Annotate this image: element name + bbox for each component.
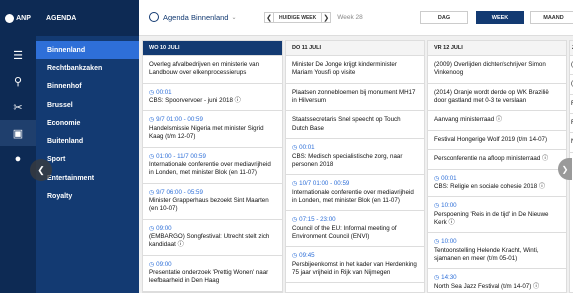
calendar-icon[interactable]: ▣ — [0, 120, 36, 146]
agenda-header: Agenda Binnenland ⌄ ❮ HUIDIGE WEEK ❯ Wee… — [139, 0, 573, 36]
agenda-item[interactable]: ◷ 09:45 Persbijeenkomst in het kader van … — [286, 247, 424, 284]
agenda-item[interactable]: Plaatsen zonnebloemen bij monument MH17 … — [286, 84, 424, 112]
chevron-down-icon: ⌄ — [231, 14, 237, 21]
clock-time: ◷ 09:00 — [149, 224, 172, 232]
week-navigation: ❮ HUIDIGE WEEK ❯ Week 28 — [264, 12, 363, 23]
sidebar-item-binnenhof[interactable]: Binnenhof — [36, 78, 139, 96]
agenda-item[interactable]: Festival Hongerige Wolf 2019 (t/m 14-07) — [428, 131, 566, 151]
agenda-item[interactable]: Minister De Jonge krijgt kinderminister … — [286, 56, 424, 84]
agenda-item[interactable]: Aanvang ministerraad ⓘ — [428, 111, 566, 131]
agenda-item[interactable]: ◷ 10/7 01:00 - 00:59 Internationale confe… — [286, 175, 424, 212]
agenda-item[interactable]: ◷ 09:00 (EMBARGO) Songfestival: Utrecht s… — [143, 220, 282, 256]
agenda-item[interactable]: ◷ 00:01 CBS: Religie en sociale cohesie 2… — [428, 170, 566, 198]
chevron-right-icon: ❯ — [561, 164, 569, 174]
agenda-item[interactable]: ◷ 10:00 Perspoening 'Reis in de tijd' in … — [428, 197, 566, 234]
clock-time: ◷ 07:15 - 23:00 — [292, 216, 336, 224]
day-column: DO 11 JULI Minister De Jonge krijgt kind… — [285, 40, 425, 293]
anp-logo[interactable]: ANP — [0, 0, 36, 36]
scroll-left-button[interactable]: ❮ — [30, 159, 52, 181]
view-week-button[interactable]: WEEK — [476, 11, 524, 24]
agenda-item[interactable]: (2014) Oranje wordt derde op WK Brazilië… — [428, 84, 566, 112]
clock-time: ◷ 01:00 - 11/7 00:59 — [149, 152, 206, 160]
clock-time: ◷ 10/7 01:00 - 00:59 — [292, 180, 350, 188]
agenda-item[interactable]: ◷ 00:01 CBS: Spoorvervoer - juni 2018 ⓘ — [143, 84, 282, 112]
agenda-item[interactable]: ◷ 14:30 North Sea Jazz Festival (t/m 14-0… — [428, 269, 566, 292]
scissors-icon[interactable]: ✂ — [0, 94, 36, 120]
icon-rail: ANP ☰ ⚲ ✂ ▣ ● — [0, 0, 36, 293]
day-header: DO 11 JULI — [286, 41, 424, 56]
clock-time: ◷ 00:01 — [292, 144, 315, 152]
agenda-item[interactable]: ◷ 10:00 Tentoonstelling Helende Kracht, W… — [428, 233, 566, 270]
sidebar-item-buitenland[interactable]: Buitenland — [36, 132, 139, 150]
agenda-item[interactable]: Overleg afvalbedrijven en ministerie van… — [143, 56, 282, 84]
search-icon[interactable]: ⚲ — [0, 68, 36, 94]
agenda-sidebar: AGENDA Binnenland Rechtbankzaken Binnenh… — [36, 0, 139, 293]
view-day-button[interactable]: DAG — [420, 11, 468, 24]
next-week-button[interactable]: ❯ — [321, 12, 332, 23]
sidebar-item-rechtbankzaken[interactable]: Rechtbankzaken — [36, 59, 139, 77]
week-number: Week 28 — [337, 14, 363, 21]
agenda-item[interactable]: (2009) Overlijden dichter/schrijver Simo… — [428, 56, 566, 84]
day-header: VR 12 JULI — [428, 41, 566, 56]
agenda-item[interactable]: Staatssecretaris Snel speecht op Touch D… — [286, 111, 424, 140]
clock-time: ◷ 09:45 — [292, 252, 315, 260]
agenda-item[interactable]: ◷ 9/7 06:00 - 05:59 Minister Grapperhaus … — [143, 184, 282, 220]
agenda-item[interactable]: ◷ 00:01 CBS: Medisch specialistische zorg… — [286, 139, 424, 176]
clock-time: ◷ 10:00 — [434, 202, 457, 210]
clock-time: ◷ 9/7 01:00 - 00:59 — [149, 116, 203, 124]
agenda-item[interactable]: ◷ 09:00 Presentatie onderzoek 'Prettig Wo… — [143, 256, 282, 292]
agenda-selector-label: Agenda Binnenland — [163, 12, 229, 22]
day-column: VR 12 JULI (2009) Overlijden dichter/sch… — [427, 40, 567, 293]
sidebar-item-economie[interactable]: Economie — [36, 114, 139, 132]
menu-icon[interactable]: ☰ — [0, 42, 36, 68]
clock-time: ◷ 00:01 — [434, 174, 457, 182]
sidebar-item-royalty[interactable]: Royalty — [36, 187, 139, 205]
agenda-item[interactable]: Persconferentie na afloop ministerraad ⓘ — [428, 150, 566, 170]
clock-time: ◷ 14:30 — [434, 274, 457, 282]
logo-text: ANP — [16, 14, 31, 22]
sidebar-title: AGENDA — [36, 0, 139, 36]
agenda-item[interactable]: ◷ 9/7 01:00 - 00:59 Handelsmissie Nigeria… — [143, 111, 282, 148]
agenda-item[interactable]: ◷ 01:00 - 11/7 00:59 Internationale confe… — [143, 148, 282, 184]
view-month-button[interactable]: MAAND — [530, 11, 573, 24]
agenda-app: ANP ☰ ⚲ ✂ ▣ ● AGENDA Binnenland Rechtban… — [0, 0, 573, 293]
clock-time: ◷ 9/7 06:00 - 05:59 — [149, 188, 203, 196]
sidebar-item-binnenland[interactable]: Binnenland — [36, 41, 139, 60]
clock-time: ◷ 00:01 — [149, 88, 172, 96]
week-columns: WO 10 JULI Overleg afvalbedrijven en min… — [142, 40, 573, 293]
clock-time: ◷ 09:00 — [149, 260, 172, 268]
globe-icon — [149, 12, 159, 22]
day-column: WO 10 JULI Overleg afvalbedrijven en min… — [142, 40, 283, 293]
chevron-left-icon: ❮ — [37, 164, 45, 175]
clock-time: ◷ 10:00 — [434, 238, 457, 246]
agenda-selector[interactable]: Agenda Binnenland ⌄ — [149, 12, 237, 22]
agenda-item[interactable]: ◷ 07:15 - 23:00 Council of the EU: Inform… — [286, 211, 424, 248]
sidebar-item-brussel[interactable]: Brussel — [36, 96, 139, 114]
current-week-button[interactable]: HUIDIGE WEEK — [274, 12, 322, 23]
day-header: WO 10 JULI — [143, 41, 282, 56]
previous-week-button[interactable]: ❮ — [264, 12, 274, 23]
